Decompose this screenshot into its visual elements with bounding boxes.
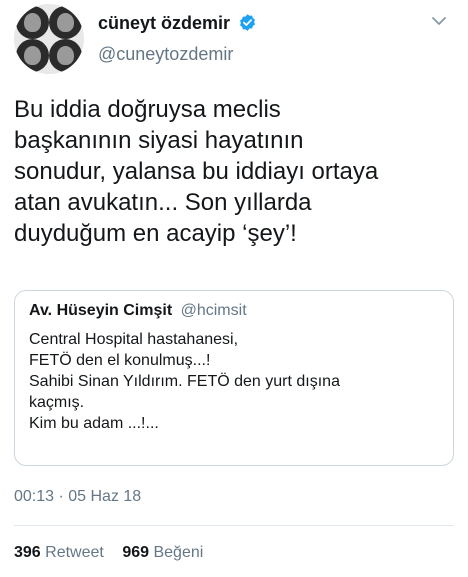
author-names: cüneyt özdemir @cuneytozdemir <box>98 12 257 65</box>
tweet-text-line: atan avukatın... Son yıllarda <box>14 189 312 216</box>
likes-stat[interactable]: 969 Beğeni <box>122 544 203 562</box>
tweet-text-line: başkanının siyasi hayatının <box>14 127 304 154</box>
tweet-card: cüneyt özdemir @cuneytozdemir Bu iddia d… <box>0 0 468 577</box>
tweet-text-line: duyduğum en acayip ‘şey’! <box>14 220 297 247</box>
quoted-author-name: Av. Hüseyin Cimşit <box>29 302 173 319</box>
tweet-header: cüneyt özdemir @cuneytozdemir <box>14 4 454 76</box>
quoted-text-line: kaçmış. <box>29 394 85 411</box>
author-handle[interactable]: @cuneytozdemir <box>98 43 257 65</box>
likes-label: Beğeni <box>153 544 204 561</box>
quoted-text-line: FETÖ den el konulmuş...! <box>29 352 211 369</box>
quoted-text-line: Central Hospital hastahanesi, <box>29 331 239 348</box>
quoted-tweet-text: Central Hospital hastahanesi, FETÖ den e… <box>29 329 439 434</box>
tweet-stats: 396 Retweet 969 Beğeni <box>14 544 217 562</box>
quoted-tweet[interactable]: Av. Hüseyin Cimşit @hcimsit Central Hosp… <box>14 290 454 466</box>
divider <box>14 525 454 526</box>
likes-count: 969 <box>122 544 150 561</box>
chevron-down-icon[interactable] <box>430 12 448 30</box>
avatar[interactable] <box>14 4 84 74</box>
retweets-stat[interactable]: 396 Retweet <box>14 544 104 562</box>
quoted-author-handle: @hcimsit <box>180 302 247 319</box>
tweet-text: Bu iddia doğruysa meclis başkanının siya… <box>14 94 454 249</box>
author-display-name[interactable]: cüneyt özdemir <box>98 13 230 33</box>
quoted-text-line: Kim bu adam ...!... <box>29 415 159 432</box>
tweet-timestamp[interactable]: 00:13 · 05 Haz 18 <box>14 488 141 506</box>
retweets-label: Retweet <box>45 544 104 561</box>
verified-badge-icon <box>238 13 257 37</box>
tweet-text-line: Bu iddia doğruysa meclis <box>14 96 281 123</box>
quoted-text-line: Sahibi Sinan Yıldırım. FETÖ den yurt dış… <box>29 373 340 390</box>
tweet-text-line: sonudur, yalansa bu iddiayı ortaya <box>14 158 379 185</box>
retweets-count: 396 <box>14 544 41 561</box>
